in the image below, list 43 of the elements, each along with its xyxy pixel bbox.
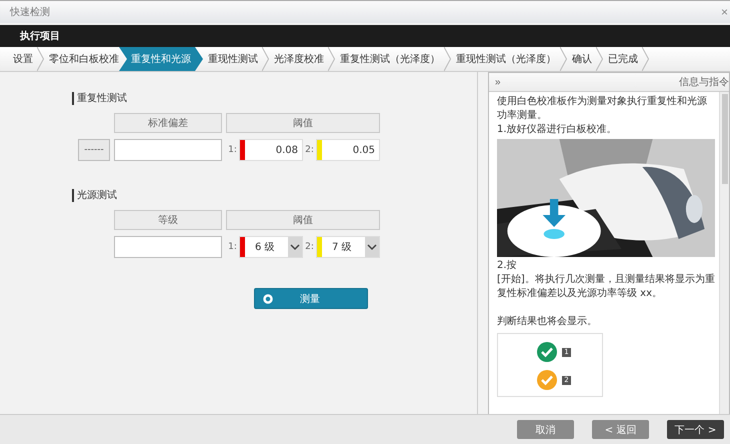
chevron-icon <box>37 47 44 71</box>
step-tab[interactable]: 重复性和光源 <box>119 47 203 71</box>
chevron-icon <box>328 47 335 71</box>
step-tab[interactable]: 光泽度校准 <box>269 47 335 71</box>
panel-title: 信息与指令 <box>679 76 729 89</box>
ring-icon <box>263 294 273 304</box>
threshold-dropdown[interactable]: 6 级 <box>239 236 303 258</box>
scrollbar[interactable] <box>719 92 729 414</box>
threshold-index: 2: <box>304 145 315 155</box>
step-tab[interactable]: 重现性测试（光泽度） <box>451 47 567 71</box>
column-header: 阈值 <box>226 210 380 230</box>
input-field[interactable] <box>114 236 222 258</box>
dash-button[interactable]: ------ <box>78 139 110 161</box>
step-tab[interactable]: 确认 <box>567 47 603 71</box>
step-tab[interactable]: 设置 <box>8 47 44 71</box>
threshold-dropdown[interactable]: 7 级 <box>316 236 380 258</box>
threshold-index: 1: <box>227 145 238 155</box>
instruction-text: [开始]。将执行几次测量，且测量结果将显示为重复性标准偏差以及光源功率等级 xx。 <box>497 273 715 301</box>
instruction-text: 使用白色校准板作为测量对象执行重复性和光源功率测量。 <box>497 95 708 123</box>
step-tab[interactable]: 重现性测试 <box>203 47 269 71</box>
measure-button[interactable]: 测量 <box>254 288 368 309</box>
chevron-icon <box>444 47 451 71</box>
instruction-text: 1.放好仪器进行白板校准。 <box>497 123 618 137</box>
input-field[interactable] <box>114 139 222 161</box>
threshold-field[interactable]: 0.05 <box>316 139 380 161</box>
threshold-index: 1: <box>227 242 238 252</box>
column-header: 阈值 <box>226 113 380 133</box>
footer-button[interactable]: 下一个 > <box>667 420 724 439</box>
step-tab[interactable]: 零位和白板校准 <box>44 47 119 71</box>
section-title: 重复性测试 <box>72 92 127 105</box>
header-title: 执行项目 <box>20 30 60 43</box>
step-tab[interactable]: 已完成 <box>603 47 649 71</box>
threshold-index: 2: <box>304 242 315 252</box>
threshold-field[interactable]: 0.08 <box>239 139 303 161</box>
column-header: 等级 <box>114 210 222 230</box>
column-header: 标准偏差 <box>114 113 222 133</box>
instruction-text: 2.按 <box>497 259 518 273</box>
instruction-text: 判断结果也将会显示。 <box>497 315 598 329</box>
step-tab[interactable]: 重复性测试（光泽度） <box>335 47 451 71</box>
section-title: 光源测试 <box>72 189 117 202</box>
chevron-icon <box>262 47 269 71</box>
window-title: 快速检测 <box>10 6 50 19</box>
collapse-button[interactable]: » <box>495 76 501 88</box>
